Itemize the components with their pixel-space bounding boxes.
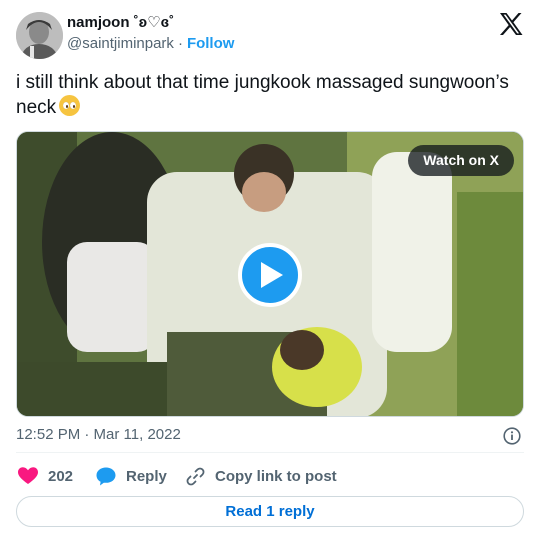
x-logo-icon[interactable] [499,13,523,35]
video-thumbnail[interactable]: Watch on X [16,131,524,417]
reply-label: Reply [126,467,167,485]
separator-dot: · [177,35,183,52]
tweet-text-body: i still think about that time jungkook m… [16,72,509,118]
follow-button[interactable]: Follow [187,35,235,52]
tweet-text: i still think about that time jungkook m… [16,70,516,120]
read-replies-button[interactable]: Read 1 reply [16,496,524,527]
play-button[interactable] [238,243,302,307]
copy-link-button[interactable]: Copy link to post [186,465,337,487]
reply-bubble-icon [96,467,116,485]
copy-link-label: Copy link to post [215,467,337,485]
divider [16,452,524,453]
reply-button[interactable]: Reply [96,465,167,487]
timestamp[interactable]: 12:52 PM · Mar 11, 2022 [16,426,181,444]
author-handle-row: @saintjiminpark · Follow [67,35,234,53]
author-display-name[interactable]: namjoon ˚ʚ♡ɞ˚ [67,14,174,32]
watch-on-x-button[interactable]: Watch on X [408,145,514,176]
link-icon [186,467,205,485]
play-icon [261,262,283,288]
info-icon[interactable] [503,427,521,445]
avatar[interactable] [16,12,63,59]
like-count: 202 [48,467,74,485]
author-handle[interactable]: @saintjiminpark [67,35,174,52]
pleading-face-icon [59,95,81,116]
heart-icon [18,467,38,484]
tweet-embed-card: namjoon ˚ʚ♡ɞ˚ @saintjiminpark · Follow i s… [0,0,540,543]
like-button[interactable]: 202 [18,465,73,487]
